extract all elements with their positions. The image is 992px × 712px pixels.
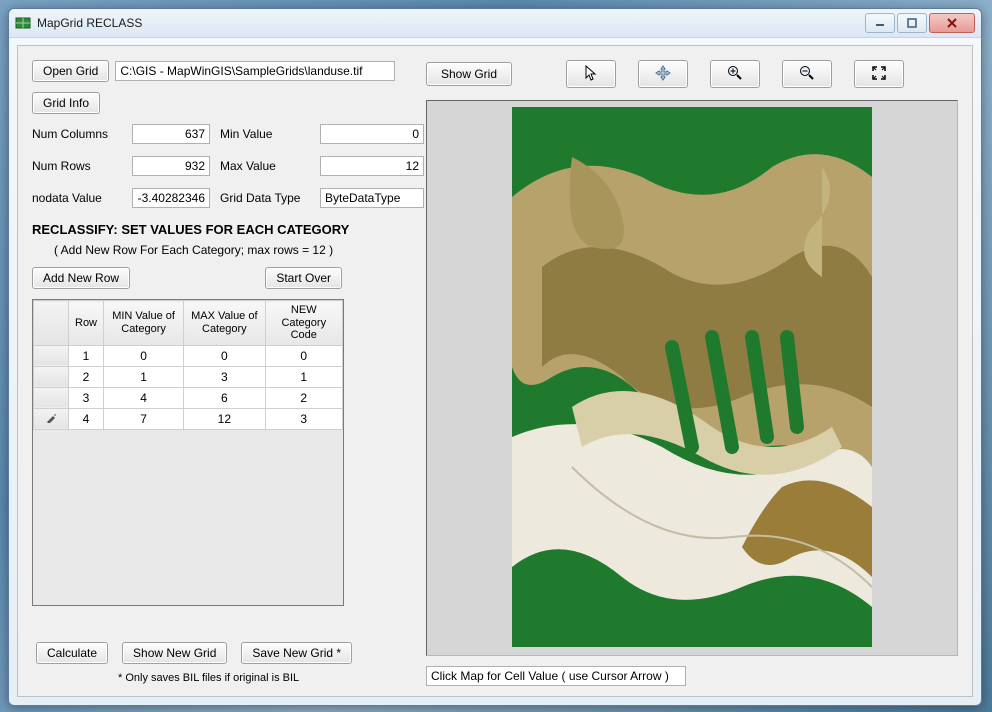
reclass-table[interactable]: Row MIN Value of Category MAX Value of C… — [32, 299, 344, 606]
cell-row[interactable]: 3 — [69, 387, 104, 408]
save-new-grid-button[interactable]: Save New Grid * — [241, 642, 352, 664]
show-grid-button[interactable]: Show Grid — [426, 62, 512, 86]
zoom-in-icon — [727, 65, 743, 84]
cell-min[interactable]: 4 — [104, 387, 184, 408]
zoom-extents-icon — [871, 65, 887, 84]
cell-code[interactable]: 3 — [265, 408, 342, 429]
client-area: Open Grid Grid Info Num Columns Min Valu… — [17, 45, 973, 697]
zoom-out-icon — [799, 65, 815, 84]
row-header-corner — [34, 301, 69, 346]
show-new-grid-button[interactable]: Show New Grid — [122, 642, 227, 664]
max-value-label: Max Value — [220, 159, 310, 173]
num-columns-label: Num Columns — [32, 127, 122, 141]
cursor-arrow-icon — [583, 65, 599, 84]
minimize-button[interactable] — [865, 13, 895, 33]
zoom-out-tool-button[interactable] — [782, 60, 832, 88]
grid-info-button[interactable]: Grid Info — [32, 92, 100, 114]
calculate-button[interactable]: Calculate — [36, 642, 108, 664]
add-new-row-button[interactable]: Add New Row — [32, 267, 130, 289]
cell-max[interactable]: 0 — [184, 345, 265, 366]
num-columns-field[interactable] — [132, 124, 210, 144]
cell-code[interactable]: 1 — [265, 366, 342, 387]
min-value-field[interactable] — [320, 124, 424, 144]
start-over-button[interactable]: Start Over — [265, 267, 342, 289]
reclass-title: RECLASSIFY: SET VALUES FOR EACH CATEGORY — [32, 222, 412, 237]
row-header-cell — [34, 366, 69, 387]
left-pane: Open Grid Grid Info Num Columns Min Valu… — [32, 60, 412, 686]
reclass-subtitle: ( Add New Row For Each Category; max row… — [54, 243, 412, 257]
col-header-min: MIN Value of Category — [104, 301, 184, 346]
cell-min[interactable]: 0 — [104, 345, 184, 366]
grid-path-input[interactable] — [115, 61, 395, 81]
title-bar[interactable]: MapGrid RECLASS — [9, 9, 981, 38]
nodata-label: nodata Value — [32, 191, 122, 205]
max-value-field[interactable] — [320, 156, 424, 176]
data-type-field[interactable] — [320, 188, 424, 208]
table-row[interactable]: 47123 — [34, 408, 343, 429]
num-rows-label: Num Rows — [32, 159, 122, 173]
cell-row[interactable]: 2 — [69, 366, 104, 387]
cell-value-hint[interactable] — [426, 666, 686, 686]
map-viewport[interactable] — [426, 100, 958, 656]
cursor-tool-button[interactable] — [566, 60, 616, 88]
app-icon — [15, 15, 31, 31]
row-header-cell — [34, 387, 69, 408]
col-header-code: NEW Category Code — [265, 301, 342, 346]
zoom-extents-tool-button[interactable] — [854, 60, 904, 88]
pan-tool-button[interactable] — [638, 60, 688, 88]
cell-max[interactable]: 6 — [184, 387, 265, 408]
cell-row[interactable]: 4 — [69, 408, 104, 429]
save-footnote: * Only saves BIL files if original is BI… — [118, 672, 299, 684]
nodata-field[interactable] — [132, 188, 210, 208]
cell-min[interactable]: 1 — [104, 366, 184, 387]
cell-row[interactable]: 1 — [69, 345, 104, 366]
cell-min[interactable]: 7 — [104, 408, 184, 429]
cell-code[interactable]: 0 — [265, 345, 342, 366]
window-title: MapGrid RECLASS — [37, 16, 142, 30]
table-row[interactable]: 3462 — [34, 387, 343, 408]
zoom-in-tool-button[interactable] — [710, 60, 760, 88]
table-row[interactable]: 2131 — [34, 366, 343, 387]
right-pane: Show Grid — [426, 60, 958, 686]
cell-max[interactable]: 3 — [184, 366, 265, 387]
num-rows-field[interactable] — [132, 156, 210, 176]
cell-code[interactable]: 2 — [265, 387, 342, 408]
data-type-label: Grid Data Type — [220, 191, 310, 205]
app-window: MapGrid RECLASS Open Grid Grid Info Num … — [8, 8, 982, 706]
min-value-label: Min Value — [220, 127, 310, 141]
col-header-row: Row — [69, 301, 104, 346]
cell-max[interactable]: 12 — [184, 408, 265, 429]
close-button[interactable] — [929, 13, 975, 33]
row-header-cell — [34, 345, 69, 366]
pan-icon — [655, 65, 671, 84]
maximize-button[interactable] — [897, 13, 927, 33]
row-header-cell — [34, 408, 69, 429]
table-row[interactable]: 1000 — [34, 345, 343, 366]
col-header-max: MAX Value of Category — [184, 301, 265, 346]
open-grid-button[interactable]: Open Grid — [32, 60, 109, 82]
map-image — [512, 107, 872, 647]
